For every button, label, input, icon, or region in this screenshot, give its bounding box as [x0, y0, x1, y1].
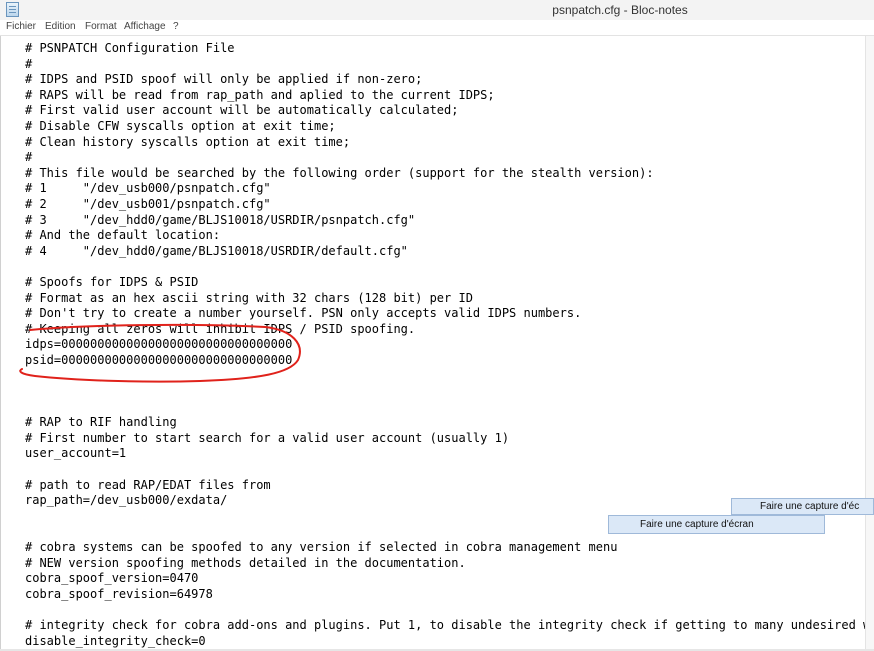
- context-menu-item-screenshot-full[interactable]: Faire une capture d'écran: [608, 515, 825, 534]
- menu-edition[interactable]: Edition: [45, 21, 76, 32]
- editor-text[interactable]: # PSNPATCH Configuration File # # IDPS a…: [25, 41, 867, 649]
- vertical-scrollbar[interactable]: [865, 36, 874, 649]
- context-menu-item-screenshot[interactable]: Faire une capture d'éc: [731, 498, 874, 515]
- notepad-icon[interactable]: [6, 2, 19, 17]
- window-title: psnpatch.cfg - Bloc-notes: [552, 3, 688, 17]
- menu-affichage[interactable]: Affichage: [124, 21, 166, 32]
- text-editor-area[interactable]: # PSNPATCH Configuration File # # IDPS a…: [0, 36, 867, 649]
- menu-bar: Fichier Edition Format Affichage ?: [0, 20, 874, 36]
- menu-help[interactable]: ?: [173, 21, 179, 32]
- title-bar[interactable]: psnpatch.cfg - Bloc-notes: [0, 0, 874, 21]
- menu-fichier[interactable]: Fichier: [6, 21, 36, 32]
- menu-format[interactable]: Format: [85, 21, 117, 32]
